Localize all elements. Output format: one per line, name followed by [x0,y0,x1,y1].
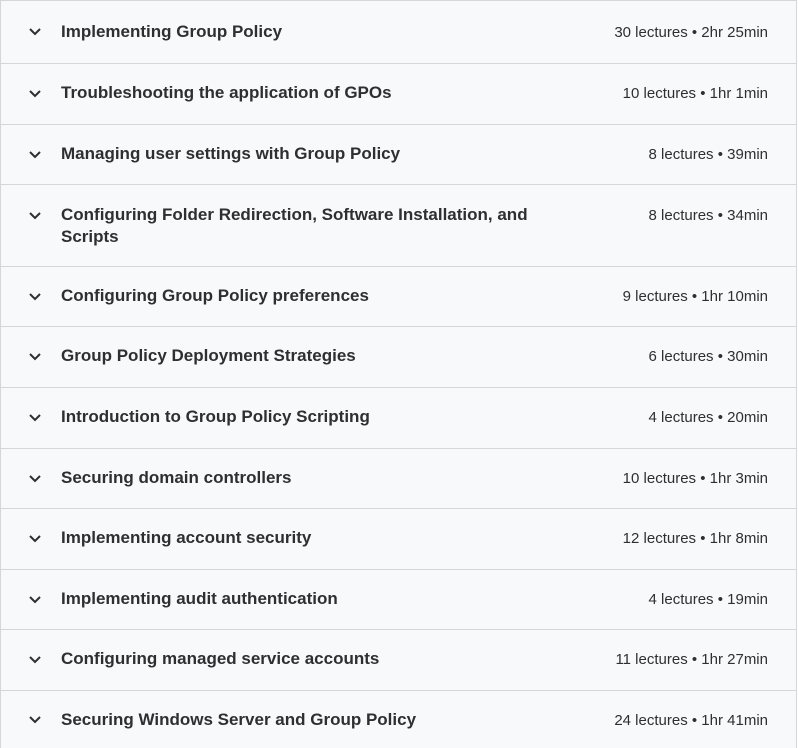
chevron-down-icon[interactable] [27,412,43,424]
curriculum-section-10[interactable]: Implementing audit authentication 4 lect… [1,569,796,629]
chevron-down-icon[interactable] [27,351,43,363]
section-meta: 24 lectures • 1hr 41min [614,712,768,729]
section-title: Implementing account security [61,528,312,547]
curriculum-section-2[interactable]: Troubleshooting the application of GPOs … [1,63,796,124]
section-meta: 12 lectures • 1hr 8min [622,530,768,547]
chevron-down-icon[interactable] [27,26,43,38]
curriculum-section-12[interactable]: Securing Windows Server and Group Policy… [1,690,796,748]
chevron-down-icon[interactable] [27,654,43,666]
curriculum-section-4[interactable]: Configuring Folder Redirection, Software… [1,184,796,266]
curriculum-section-8[interactable]: Securing domain controllers 10 lectures … [1,448,796,508]
curriculum-section-11[interactable]: Configuring managed service accounts 11 … [1,629,796,690]
chevron-down-icon[interactable] [27,594,43,606]
section-meta: 9 lectures • 1hr 10min [622,288,768,305]
chevron-down-icon[interactable] [27,88,43,100]
curriculum-section-3[interactable]: Managing user settings with Group Policy… [1,124,796,184]
section-meta: 4 lectures • 20min [648,409,768,426]
section-meta: 4 lectures • 19min [648,591,768,608]
section-title: Introduction to Group Policy Scripting [61,407,370,426]
curriculum-section-1[interactable]: Implementing Group Policy 30 lectures • … [1,0,796,63]
section-title: Configuring managed service accounts [61,649,380,668]
chevron-down-icon[interactable] [27,149,43,161]
curriculum-section-5[interactable]: Configuring Group Policy preferences 9 l… [1,266,796,326]
section-meta: 30 lectures • 2hr 25min [614,24,768,41]
chevron-down-icon[interactable] [27,533,43,545]
chevron-down-icon[interactable] [27,291,43,303]
section-title: Configuring Folder Redirection, Software… [61,205,528,246]
curriculum-accordion: Implementing Group Policy 30 lectures • … [0,0,797,748]
curriculum-section-7[interactable]: Introduction to Group Policy Scripting 4… [1,387,796,448]
section-title: Securing domain controllers [61,468,292,487]
section-meta: 10 lectures • 1hr 1min [622,85,768,102]
chevron-down-icon[interactable] [27,210,43,222]
chevron-down-icon[interactable] [27,714,43,726]
section-meta: 11 lectures • 1hr 27min [615,651,768,668]
section-title: Group Policy Deployment Strategies [61,346,356,365]
section-meta: 8 lectures • 34min [648,207,768,224]
curriculum-section-6[interactable]: Group Policy Deployment Strategies 6 lec… [1,326,796,387]
section-meta: 6 lectures • 30min [648,348,768,365]
section-meta: 8 lectures • 39min [648,146,768,163]
section-title: Managing user settings with Group Policy [61,144,401,163]
section-title: Troubleshooting the application of GPOs [61,83,392,102]
section-title: Implementing Group Policy [61,22,283,41]
section-title: Securing Windows Server and Group Policy [61,710,417,729]
section-title: Implementing audit authentication [61,589,338,608]
curriculum-section-9[interactable]: Implementing account security 12 lecture… [1,508,796,569]
section-title: Configuring Group Policy preferences [61,286,369,305]
section-meta: 10 lectures • 1hr 3min [622,470,768,487]
chevron-down-icon[interactable] [27,473,43,485]
